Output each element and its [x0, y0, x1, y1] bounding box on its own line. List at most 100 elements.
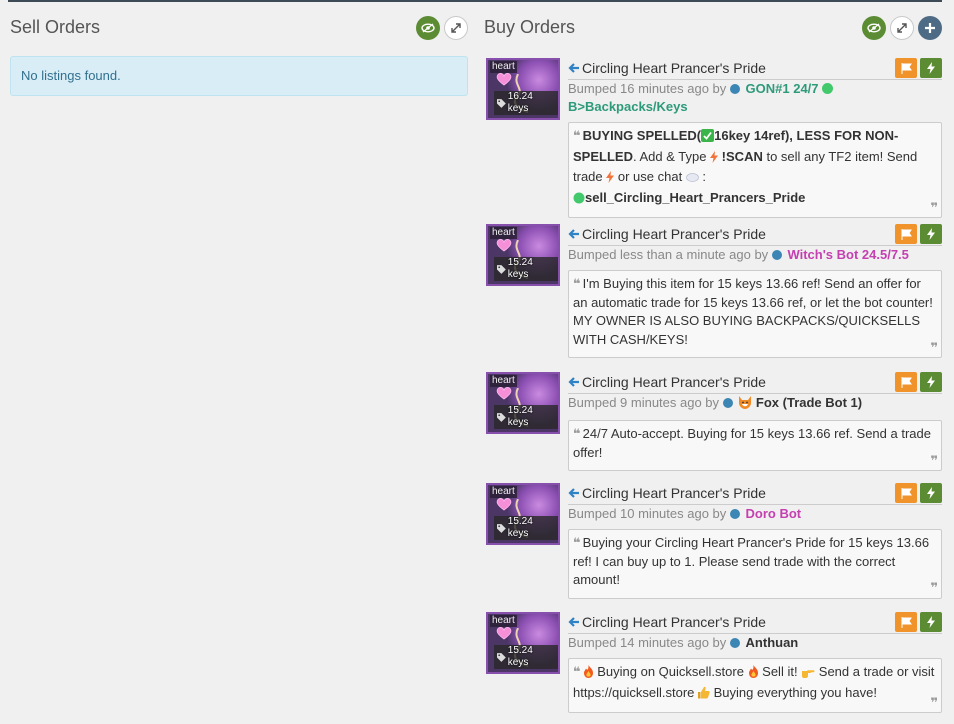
quote-close-icon: ❞	[930, 339, 938, 355]
listing-title-row: Circling Heart Prancer's Pride	[568, 483, 942, 505]
arrow-left-icon	[568, 229, 579, 239]
flag-icon	[901, 62, 912, 74]
arrow-left-icon	[568, 377, 579, 387]
online-status-dot	[729, 84, 740, 94]
sell-orders-header: Sell Orders	[10, 14, 468, 44]
quote-open-icon: ❝	[573, 664, 581, 679]
message-part: Buying everything you have!	[710, 684, 877, 700]
fire-emoji-icon	[748, 665, 759, 684]
item-name-link[interactable]: Circling Heart Prancer's Pride	[568, 612, 942, 632]
item-thumbnail[interactable]: heart 15.24 keys	[486, 612, 560, 674]
trade-offer-button[interactable]	[920, 224, 942, 244]
bumped-text: Bumped 14 minutes ago by	[568, 635, 727, 650]
report-button[interactable]	[895, 224, 917, 244]
item-name-link[interactable]: Circling Heart Prancer's Pride	[568, 58, 942, 78]
trade-offer-button[interactable]	[920, 372, 942, 392]
listing-info: Circling Heart Prancer's Pride Bumped 9 …	[568, 372, 942, 471]
eye-icon	[867, 23, 881, 33]
message-part: 16key 14ref	[714, 128, 785, 143]
listing-info: Circling Heart Prancer's Pride Bumped 10…	[568, 483, 942, 599]
no-listings-notice: No listings found.	[10, 56, 468, 96]
report-button[interactable]	[895, 612, 917, 632]
plus-icon	[925, 23, 935, 33]
user-link[interactable]: GON#1 24/7	[746, 81, 819, 96]
sell-expand-button[interactable]	[444, 16, 468, 40]
listing-message: ❝ 24/7 Auto-accept. Buying for 15 keys 13…	[568, 420, 942, 471]
item-name-link[interactable]: Circling Heart Prancer's Pride	[568, 372, 942, 392]
sell-orders-controls	[416, 16, 468, 40]
listing-title-row: Circling Heart Prancer's Pride	[568, 372, 942, 394]
user-link[interactable]: Doro Bot	[746, 506, 802, 521]
sell-orders-title: Sell Orders	[10, 17, 101, 37]
bumped-text: Bumped less than a minute ago by	[568, 247, 769, 262]
user-link[interactable]: Witch's Bot 24.5/7.5	[787, 247, 908, 262]
user-link[interactable]: Anthuan	[746, 635, 799, 650]
item-thumbnail[interactable]: heart 15.24 keys	[486, 372, 560, 434]
tag-icon	[497, 264, 506, 274]
item-name: Circling Heart Prancer's Pride	[582, 614, 766, 630]
add-buy-order-button[interactable]	[918, 16, 942, 40]
online-status-dot	[771, 250, 782, 260]
quote-open-icon: ❝	[573, 535, 581, 550]
user-link[interactable]: Fox (Trade Bot 1)	[756, 395, 862, 410]
item-price: 15.24 keys	[494, 405, 558, 429]
quote-open-icon: ❝	[573, 276, 581, 291]
listing-message: ❝ Buying on Quicksell.store Sell it! Sen…	[568, 658, 942, 713]
online-status-dot	[729, 638, 740, 648]
tag-icon	[497, 652, 506, 662]
listing-message: ❝ BUYING SPELLED(16key 14ref), LESS FOR N…	[568, 122, 942, 218]
item-price: 15.24 keys	[494, 516, 558, 540]
item-name-link[interactable]: Circling Heart Prancer's Pride	[568, 483, 942, 503]
lightning-icon	[927, 62, 935, 74]
eye-icon	[421, 23, 435, 33]
report-button[interactable]	[895, 483, 917, 503]
quote-close-icon: ❞	[930, 199, 938, 215]
message-part: Buying on Quicksell.store	[593, 664, 748, 679]
trade-offer-button[interactable]	[920, 58, 942, 78]
price-value: 15.24 keys	[507, 257, 533, 280]
report-button[interactable]	[895, 58, 917, 78]
online-status-dot	[722, 398, 733, 408]
item-name-link[interactable]: Circling Heart Prancer's Pride	[568, 224, 942, 244]
item-thumbnail[interactable]: heart 16.24 keys	[486, 58, 560, 120]
listing-actions	[895, 612, 942, 632]
listing-info: Circling Heart Prancer's Pride Bumped le…	[568, 224, 942, 358]
quote-close-icon: ❞	[930, 694, 938, 710]
buy-toggle-visibility-button[interactable]	[862, 16, 886, 40]
listing-actions	[895, 224, 942, 244]
item-price: 15.24 keys	[494, 257, 558, 281]
sell-toggle-visibility-button[interactable]	[416, 16, 440, 40]
tag-icon	[497, 412, 506, 422]
listing-message: ❝ I'm Buying this item for 15 keys 13.66 …	[568, 270, 942, 358]
user-link-suffix[interactable]: B>Backpacks/Keys	[568, 98, 942, 116]
buy-expand-button[interactable]	[890, 16, 914, 40]
listing-meta: Bumped 9 minutes ago by Fox (Trade Bot 1…	[568, 394, 942, 414]
item-thumbnail[interactable]: heart 15.24 keys	[486, 483, 560, 545]
trade-offer-button[interactable]	[920, 612, 942, 632]
listing-info: Circling Heart Prancer's Pride Bumped 14…	[568, 612, 942, 713]
trade-offer-button[interactable]	[920, 483, 942, 503]
bumped-text: Bumped 10 minutes ago by	[568, 506, 727, 521]
buy-orders-panel: Buy Orders	[484, 14, 942, 44]
listing-message: ❝ Buying your Circling Heart Prancer's Pr…	[568, 529, 942, 599]
lightning-icon	[927, 616, 935, 628]
listing-meta: Bumped 16 minutes ago by GON#1 24/7 B>Ba…	[568, 80, 942, 116]
expand-icon	[451, 23, 461, 33]
online-status-dot	[729, 509, 740, 519]
message-part: !SCAN	[718, 148, 763, 164]
listing-info: Circling Heart Prancer's Pride Bumped 16…	[568, 58, 942, 218]
lightning-icon	[927, 228, 935, 240]
item-thumbnail[interactable]: heart 15.24 keys	[486, 224, 560, 286]
price-value: 15.24 keys	[507, 405, 533, 428]
bot-status-dot	[822, 83, 834, 94]
listing-meta: Bumped 10 minutes ago by Doro Bot	[568, 505, 942, 523]
pointing-hand-emoji-icon	[801, 665, 815, 684]
item-name: Circling Heart Prancer's Pride	[582, 485, 766, 501]
report-button[interactable]	[895, 372, 917, 392]
arrow-left-icon	[568, 63, 579, 73]
listing-title-row: Circling Heart Prancer's Pride	[568, 224, 942, 246]
item-name: Circling Heart Prancer's Pride	[582, 226, 766, 242]
listing-meta: Bumped less than a minute ago by Witch's…	[568, 246, 942, 264]
tag-icon	[497, 98, 506, 108]
quote-open-icon: ❝	[573, 426, 581, 441]
